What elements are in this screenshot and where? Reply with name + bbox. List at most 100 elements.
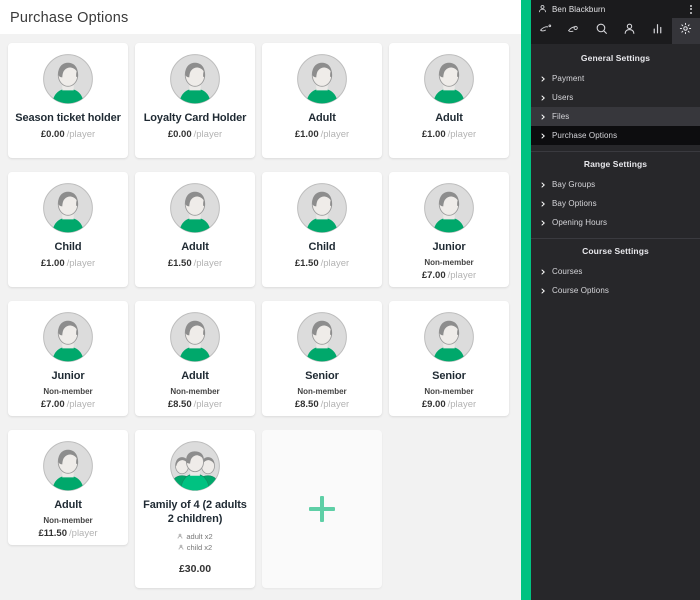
- purchase-option-price-row: £1.00/player: [41, 258, 95, 269]
- purchase-option-card[interactable]: Adult £1.50/player: [135, 172, 255, 287]
- page-title: Purchase Options: [10, 10, 129, 26]
- purchase-option-price-unit: /player: [447, 398, 477, 410]
- purchase-option-card[interactable]: Family of 4 (2 adults 2 children) adult …: [135, 430, 255, 588]
- purchase-option-card[interactable]: Adult £1.00/player: [262, 43, 382, 158]
- purchase-option-title: Child: [308, 241, 336, 253]
- sidebar-item-courses[interactable]: Courses: [531, 262, 700, 281]
- purchase-option-title: Adult: [54, 499, 82, 511]
- sidebar-item-label: Bay Options: [552, 199, 597, 208]
- purchase-option-membership: Non-member: [43, 515, 93, 525]
- purchase-option-price: £7.00: [40, 398, 65, 410]
- sidebar-item-files[interactable]: Files: [531, 107, 700, 126]
- chevron-right-icon: [541, 133, 545, 138]
- purchase-option-membership: Non-member: [424, 257, 474, 267]
- purchase-option-price-unit: /player: [66, 398, 96, 410]
- sidebar-item-bay-options[interactable]: Bay Options: [531, 194, 700, 213]
- tab-gear[interactable]: [671, 18, 700, 44]
- kebab-menu-icon[interactable]: [688, 3, 694, 16]
- tab-golf-club[interactable]: [559, 18, 587, 44]
- purchase-option-price-unit: /player: [320, 128, 350, 140]
- purchase-option-price: £9.00: [421, 398, 446, 410]
- person-avatar-icon: [170, 183, 220, 233]
- purchase-option-price-row: £8.50/player: [168, 399, 222, 410]
- sidebar-section-title: Course Settings: [582, 246, 649, 256]
- purchase-option-membership: Non-member: [43, 386, 93, 396]
- add-purchase-option-card[interactable]: [262, 430, 382, 588]
- purchase-option-card[interactable]: Season ticket holder £0.00/player: [8, 43, 128, 158]
- tab-bar-chart[interactable]: [644, 18, 672, 44]
- purchase-options-grid: Season ticket holder £0.00/player Loyalt…: [8, 43, 512, 588]
- sidebar-item-label: Payment: [552, 74, 585, 83]
- sidebar-item-bay-groups[interactable]: Bay Groups: [531, 175, 700, 194]
- purchase-option-price-unit: /player: [447, 128, 477, 140]
- sidebar-item-course-options[interactable]: Course Options: [531, 281, 700, 300]
- person-avatar-icon: [170, 312, 220, 362]
- purchase-option-card[interactable]: Child £1.50/player: [262, 172, 382, 287]
- purchase-option-price-unit: /player: [69, 527, 98, 539]
- bar-chart-icon: [651, 22, 664, 40]
- purchase-option-title: Junior: [432, 241, 466, 253]
- purchase-option-price-row: £9.00/player: [422, 399, 476, 410]
- tab-golf-ball-tee[interactable]: [531, 18, 559, 44]
- purchase-option-title: Family of 4 (2 adults 2 children): [143, 499, 247, 525]
- purchase-option-price: £0.00: [167, 128, 192, 140]
- component-label: child x2: [186, 542, 213, 552]
- sidebar-item-label: Purchase Options: [552, 131, 618, 140]
- purchase-option-card[interactable]: Junior Non-member £7.00/player: [389, 172, 509, 287]
- user-icon: [623, 22, 636, 40]
- purchase-option-price-unit: /player: [193, 398, 223, 410]
- main-content: Purchase Options Season ticket holder £0…: [0, 0, 521, 600]
- sidebar-item-label: Users: [552, 93, 574, 102]
- sidebar-item-users[interactable]: Users: [531, 88, 700, 107]
- purchase-option-price-unit: /player: [447, 269, 477, 281]
- purchase-option-title: Junior: [51, 370, 85, 382]
- purchase-option-total: £30.00: [178, 562, 212, 575]
- purchase-option-card[interactable]: Adult Non-member £8.50/player: [135, 301, 255, 416]
- purchase-option-price: £8.50: [167, 398, 192, 410]
- purchase-option-price: £1.00: [294, 128, 319, 140]
- sidebar-item-payment[interactable]: Payment: [531, 69, 700, 88]
- purchase-option-price-row: £0.00/player: [41, 129, 95, 140]
- sidebar-user-name: Ben Blackburn: [552, 4, 606, 14]
- purchase-option-price: £1.50: [294, 257, 319, 269]
- component-label: adult x2: [186, 531, 213, 541]
- purchase-option-price: £1.00: [421, 128, 446, 140]
- sidebar-user-bar[interactable]: Ben Blackburn: [531, 0, 700, 18]
- group-avatar-icon: [170, 441, 220, 491]
- person-icon: [178, 533, 183, 539]
- purchase-option-price: £8.50: [294, 398, 319, 410]
- purchase-option-card[interactable]: Child £1.00/player: [8, 172, 128, 287]
- person-avatar-icon: [424, 183, 474, 233]
- purchase-option-price: £11.50: [38, 527, 68, 539]
- sidebar-item-label: Opening Hours: [552, 218, 608, 227]
- sidebar-item-opening-hours[interactable]: Opening Hours: [531, 213, 700, 232]
- person-avatar-icon: [43, 183, 93, 233]
- person-avatar-icon: [424, 312, 474, 362]
- purchase-option-membership: Non-member: [170, 386, 220, 396]
- purchase-option-price-row: £1.50/player: [295, 258, 349, 269]
- tab-search[interactable]: [587, 18, 615, 44]
- sidebar-item-purchase-options[interactable]: Purchase Options: [531, 126, 700, 145]
- purchase-options-region: Season ticket holder £0.00/player Loyalt…: [0, 34, 521, 600]
- chevron-right-icon: [541, 95, 545, 100]
- purchase-option-price-row: £0.00/player: [168, 129, 222, 140]
- purchase-option-card[interactable]: Adult £1.00/player: [389, 43, 509, 158]
- purchase-option-price: £1.00: [40, 257, 65, 269]
- purchase-option-card[interactable]: Senior Non-member £8.50/player: [262, 301, 382, 416]
- purchase-option-card[interactable]: Senior Non-member £9.00/player: [389, 301, 509, 416]
- purchase-option-card[interactable]: Loyalty Card Holder £0.00/player: [135, 43, 255, 158]
- tab-user[interactable]: [616, 18, 644, 44]
- chevron-right-icon: [541, 76, 545, 81]
- app-root: Purchase Options Season ticket holder £0…: [0, 0, 700, 600]
- sidebar-item-label: Course Options: [552, 286, 609, 295]
- person-icon: [538, 4, 547, 15]
- person-avatar-icon: [170, 54, 220, 104]
- purchase-option-card[interactable]: Adult Non-member £11.50/player: [8, 430, 128, 545]
- purchase-option-price: £7.00: [421, 269, 446, 281]
- purchase-option-price: £1.50: [167, 257, 192, 269]
- purchase-option-card[interactable]: Junior Non-member £7.00/player: [8, 301, 128, 416]
- list-item: child x2: [178, 543, 212, 552]
- purchase-option-title: Adult: [435, 112, 463, 124]
- purchase-option-title: Senior: [432, 370, 466, 382]
- chevron-right-icon: [541, 288, 545, 293]
